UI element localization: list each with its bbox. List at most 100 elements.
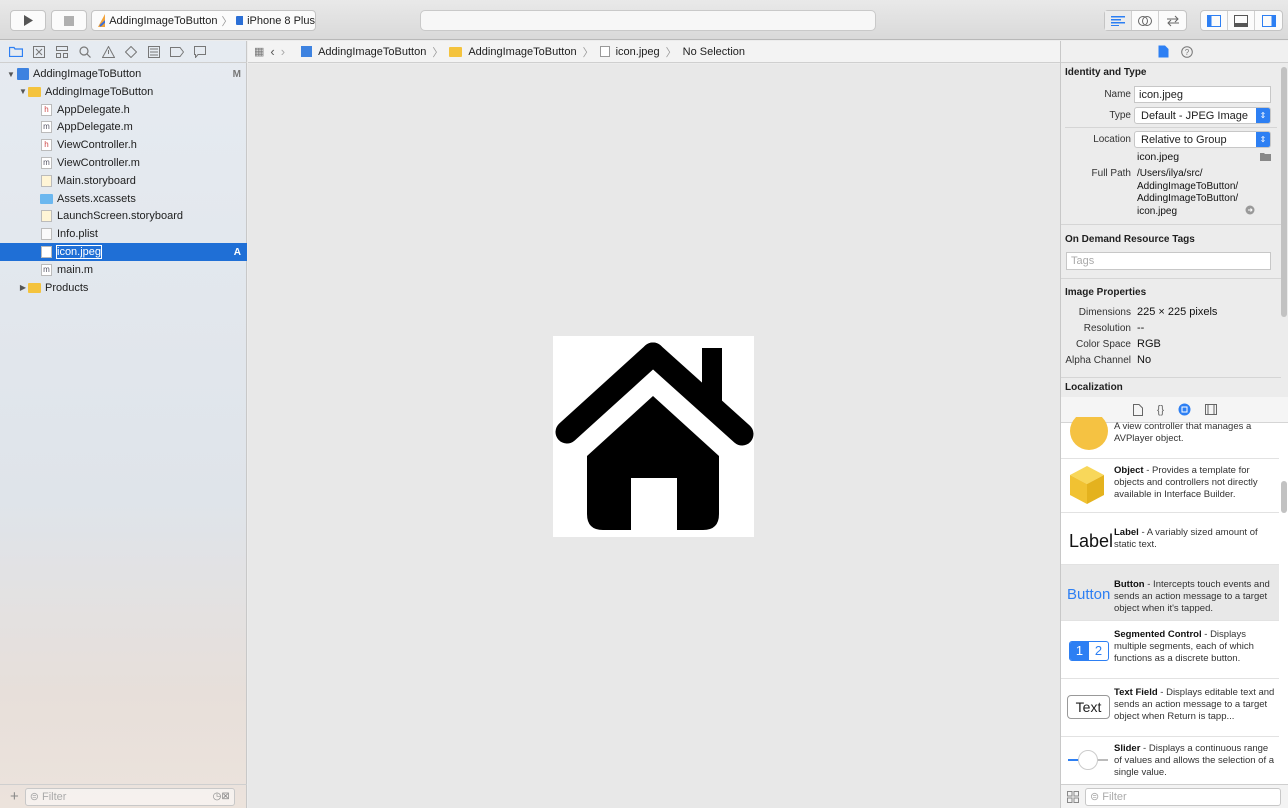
object-library-icon[interactable] [1178,403,1191,416]
divider [1065,127,1277,128]
tree-item-label: ViewController.m [57,157,140,169]
standard-editor-button[interactable] [1105,11,1132,30]
file-template-icon[interactable] [1132,403,1143,416]
library-filter-bar: ⊜ Filter [1061,784,1288,808]
location-value: Relative to Group [1141,133,1227,146]
stop-button[interactable] [51,10,87,31]
image-file-icon [40,246,53,259]
library-item-text-field[interactable]: Text Text Field - Displays editable text… [1061,679,1279,737]
test-icon[interactable] [123,44,139,60]
warning-icon[interactable] [100,44,116,60]
project-icon [16,68,29,81]
folder-reveal-icon[interactable] [1260,152,1271,161]
tree-item[interactable]: h AppDelegate.h [0,101,247,119]
disclosure-triangle-icon[interactable]: ▼ [18,87,28,96]
disclosure-triangle-icon[interactable]: ▼ [6,70,16,79]
breadcrumb-separator: 〉 [432,46,444,59]
source-control-icon[interactable] [31,44,47,60]
code-snippet-icon[interactable]: {} [1157,404,1164,416]
full-path-line: AddingImageToButton/ [1137,193,1239,204]
tree-item[interactable]: ▼ AddingImageToButton M [0,65,247,83]
stop-icon [64,15,74,26]
tree-item-label: Main.storyboard [57,174,136,187]
assets-folder-icon [40,192,53,205]
breadcrumb-group[interactable]: AddingImageToButton [468,46,576,58]
breadcrumb-selection[interactable]: No Selection [683,46,745,58]
tree-item-label: Products [45,281,89,294]
filter-icon: ⊜ [29,791,39,803]
location-label: Location [1093,134,1131,145]
library-scrollbar[interactable] [1281,481,1287,513]
navigator-filter-bar: + ⊜ Filter ◷⊠ [0,784,247,808]
folder-icon [28,281,41,294]
library-item-label[interactable]: Label Label - A variably sized amount of… [1061,513,1279,565]
jump-bar: ▦ ‹ › AddingImageToButton 〉 AddingImageT… [248,41,1060,63]
run-button[interactable] [10,10,46,31]
media-library-icon[interactable] [1205,404,1218,415]
library-item-segmented-control[interactable]: 1 2 Segmented Control - Displays multipl… [1061,621,1279,679]
library-item-avplayer[interactable]: A view controller that manages a AVPlaye… [1061,417,1279,459]
library-item-object[interactable]: Object - Provides a template for objects… [1061,459,1279,513]
svg-text:?: ? [1184,48,1189,57]
toggle-navigator-button[interactable] [1201,11,1228,30]
folder-tab-icon[interactable] [8,44,24,60]
add-icon[interactable]: + [10,788,19,805]
tree-item[interactable]: ▼ AddingImageToButton [0,83,247,101]
breadcrumb-file[interactable]: icon.jpeg [616,46,660,58]
inspector-scrollbar[interactable] [1281,67,1287,317]
library-item-button[interactable]: Button Button - Intercepts touch events … [1061,565,1279,621]
navigator-filter-field[interactable]: ⊜ Filter ◷⊠ [24,787,235,806]
type-popup[interactable]: Default - JPEG Image ⇕ [1134,107,1271,124]
bottom-panel-icon [1234,14,1248,27]
toggle-debug-button[interactable] [1228,11,1255,30]
back-arrow-icon[interactable]: ‹ [270,44,274,59]
scheme-selector[interactable]: AddingImageToButton 〉 iPhone 8 Plus [91,10,316,31]
tree-item[interactable]: Main.storyboard [0,172,247,190]
related-items-icon[interactable]: ▦ [254,45,264,58]
version-editor-button[interactable] [1159,11,1186,30]
toggle-utilities-button[interactable] [1255,11,1282,30]
tree-item[interactable]: icon.jpeg A [0,243,247,261]
tree-item[interactable]: m main.m [0,261,247,279]
folder-icon [28,85,41,98]
breadcrumb-separator: 〉 [665,46,677,59]
recent-files-icon[interactable]: ◷⊠ [213,791,230,802]
reveal-arrow-icon[interactable] [1245,205,1255,215]
arrows-icon [1166,15,1179,26]
library-item-desc: Text Field - Displays editable text and … [1114,687,1275,722]
location-popup[interactable]: Relative to Group ⇕ [1134,131,1271,148]
tags-field[interactable]: Tags [1066,252,1271,270]
tree-item[interactable]: m AppDelegate.m [0,118,247,136]
forward-arrow-icon[interactable]: › [281,44,285,59]
tree-item[interactable]: Info.plist [0,225,247,243]
assistant-editor-button[interactable] [1132,11,1159,30]
xcode-app-icon [98,14,106,27]
search-icon[interactable] [77,44,93,60]
tree-item[interactable]: m ViewController.m [0,154,247,172]
breadcrumb-project[interactable]: AddingImageToButton [318,46,426,58]
tree-item[interactable]: ▶ Products [0,279,247,297]
grid-view-icon[interactable] [1067,790,1079,803]
odr-section-title: On Demand Resource Tags [1065,234,1195,245]
breakpoint-icon[interactable] [169,44,185,60]
popup-arrows-icon: ⇕ [1256,108,1270,123]
library-item-slider[interactable]: Slider - Displays a continuous range of … [1061,737,1279,785]
full-path-line: AddingImageToButton/ [1137,180,1239,192]
tree-item[interactable]: h ViewController.h [0,136,247,154]
report-icon[interactable] [192,44,208,60]
dimensions-value: 225 × 225 pixels [1137,306,1218,318]
help-icon[interactable]: ? [1180,45,1193,58]
tree-item[interactable]: LaunchScreen.storyboard [0,207,247,225]
disclosure-triangle-icon[interactable]: ▶ [18,283,28,292]
label-preview: Label [1069,531,1114,551]
tree-item-label: AppDelegate.h [57,103,130,116]
file-inspector-icon[interactable] [1158,45,1169,58]
debug-icon[interactable] [146,44,162,60]
library-item-desc: Slider - Displays a continuous range of … [1114,743,1275,778]
tree-item[interactable]: Assets.xcassets [0,190,247,208]
resolution-label: Resolution [1083,323,1131,334]
library-filter-field[interactable]: ⊜ Filter [1085,787,1281,806]
hierarchy-icon[interactable] [54,44,70,60]
left-panel-icon [1207,14,1221,27]
name-field[interactable]: icon.jpeg [1134,86,1271,103]
